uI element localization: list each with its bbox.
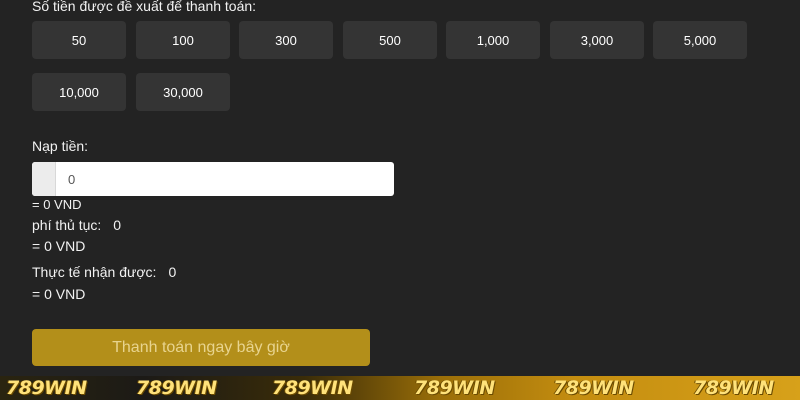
received-line: Thực tế nhận được: 0 xyxy=(32,264,176,280)
deposit-converted: = 0 VND xyxy=(32,197,82,212)
brand-logo: 789WIN xyxy=(6,377,87,399)
brand-logo: 789WIN xyxy=(553,377,634,399)
amount-button-500[interactable]: 500 xyxy=(343,21,437,59)
amount-button-1000[interactable]: 1,000 xyxy=(446,21,540,59)
pay-now-button[interactable]: Thanh toán ngay bây giờ xyxy=(32,329,370,366)
amount-button-3000[interactable]: 3,000 xyxy=(550,21,644,59)
fee-value: 0 xyxy=(113,217,122,233)
amount-button-5000[interactable]: 5,000 xyxy=(653,21,747,59)
amount-button-30000[interactable]: 30,000 xyxy=(136,73,230,111)
amount-button-50[interactable]: 50 xyxy=(32,21,126,59)
fee-line: phí thủ tục: 0 xyxy=(32,217,121,233)
payment-form: Số tiền được đề xuất để thanh toán: 50 1… xyxy=(0,0,800,400)
received-label: Thực tế nhận được: xyxy=(32,264,157,280)
brand-logo: 789WIN xyxy=(272,377,353,399)
suggested-amounts-label: Số tiền được đề xuất để thanh toán: xyxy=(32,0,257,14)
brand-logo: 789WIN xyxy=(693,377,774,399)
deposit-input-group xyxy=(32,162,394,196)
deposit-input-prefix xyxy=(32,162,56,196)
deposit-amount-input[interactable] xyxy=(56,162,394,196)
brand-logo: 789WIN xyxy=(136,377,217,399)
amount-button-300[interactable]: 300 xyxy=(239,21,333,59)
amount-button-10000[interactable]: 10,000 xyxy=(32,73,126,111)
fee-label: phí thủ tục: xyxy=(32,217,102,233)
amount-button-100[interactable]: 100 xyxy=(136,21,230,59)
received-value: 0 xyxy=(168,264,177,280)
fee-converted: = 0 VND xyxy=(32,238,86,254)
received-converted: = 0 VND xyxy=(32,286,86,302)
brand-logo: 789WIN xyxy=(414,377,495,399)
brand-watermark-strip: 789WIN 789WIN 789WIN 789WIN 789WIN 789WI… xyxy=(0,376,800,400)
deposit-label: Nạp tiền: xyxy=(32,138,89,154)
